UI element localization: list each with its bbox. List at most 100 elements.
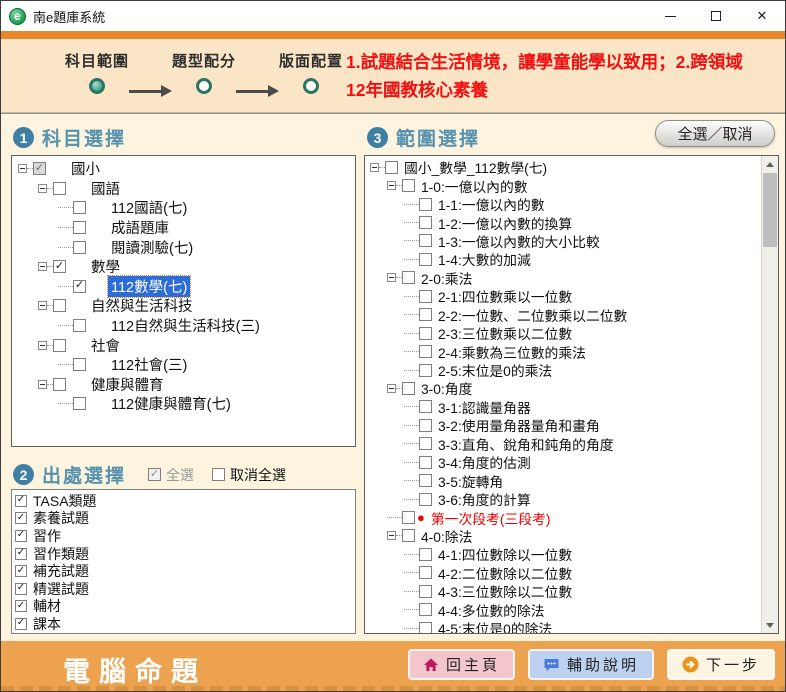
checkbox[interactable] <box>385 161 398 174</box>
checkbox[interactable] <box>419 474 432 487</box>
checkbox[interactable] <box>53 182 66 195</box>
tree-row-label[interactable]: 1-4:大數的加減 <box>435 249 534 269</box>
tree-row-label[interactable]: 國小_數學_112數學(七) <box>401 157 550 177</box>
tree-row[interactable]: 1-4:大數的加減 <box>368 250 760 268</box>
checkbox[interactable] <box>419 345 432 358</box>
scroll-up-icon[interactable] <box>762 156 778 172</box>
tree-row-label[interactable]: 3-3:直角、銳角和鈍角的角度 <box>435 434 617 454</box>
help-button[interactable]: 輔助說明 <box>528 649 654 680</box>
source-list-item[interactable]: TASA類題 <box>15 492 355 510</box>
next-step-button[interactable]: 下一步 <box>667 649 775 680</box>
source-list-item[interactable]: 輔材 <box>15 598 355 616</box>
checkbox[interactable] <box>419 327 432 340</box>
tree-row[interactable]: 4-4:多位數的除法 <box>368 601 760 619</box>
tree-row[interactable]: 3-4:角度的估測 <box>368 453 760 471</box>
tree-row[interactable]: 成語題庫 <box>16 218 355 238</box>
minimize-icon[interactable] <box>647 1 693 31</box>
checkbox[interactable] <box>419 308 432 321</box>
tree-row[interactable]: 3-0:角度 <box>368 379 760 397</box>
tree-row[interactable]: 4-2:二位數除以二位數 <box>368 564 760 582</box>
collapse-expander-icon[interactable] <box>387 531 396 540</box>
tree-row-label[interactable]: 3-6:角度的計算 <box>435 489 534 509</box>
scrollbar-thumb[interactable] <box>763 173 777 247</box>
select-all-checkbox[interactable]: 全選 <box>148 465 194 485</box>
collapse-expander-icon[interactable] <box>38 262 47 271</box>
tree-row[interactable]: 3-5:旋轉角 <box>368 471 760 489</box>
tree-row[interactable]: 112社會(三) <box>16 355 355 375</box>
checkbox[interactable] <box>419 456 432 469</box>
tree-row[interactable]: 自然與生活科技 <box>16 296 355 316</box>
tree-row-label[interactable]: 112數學(七) <box>108 276 190 297</box>
tree-row-label[interactable]: 1-0:一億以內的數 <box>418 176 531 196</box>
tree-row-label[interactable]: 2-4:乘數為三位數的乘法 <box>435 342 589 362</box>
checkbox[interactable] <box>419 437 432 450</box>
tree-row[interactable]: 4-1:四位數除以一位數 <box>368 545 760 563</box>
close-icon[interactable]: ✕ <box>739 1 785 31</box>
tree-row[interactable]: 112自然與生活科技(三) <box>16 316 355 336</box>
tree-row[interactable]: 4-3:三位數除以二位數 <box>368 582 760 600</box>
tree-row-label[interactable]: 成語題庫 <box>108 217 172 238</box>
tree-row[interactable]: 2-4:乘數為三位數的乘法 <box>368 342 760 360</box>
tree-row[interactable]: ●第一次段考(三段考) <box>368 508 760 526</box>
tree-row[interactable]: 國語 <box>16 179 355 199</box>
checkbox[interactable] <box>53 339 66 352</box>
tree-row[interactable]: 2-5:末位是0的乘法 <box>368 361 760 379</box>
tree-row[interactable]: 數學 <box>16 257 355 277</box>
tree-row-label[interactable]: 數學 <box>88 256 123 277</box>
scroll-down-icon[interactable] <box>762 617 778 633</box>
tree-row-label[interactable]: 健康與體育 <box>88 374 167 395</box>
checkbox[interactable] <box>419 290 432 303</box>
checkbox[interactable] <box>402 179 415 192</box>
checkbox[interactable] <box>15 565 27 577</box>
checkbox[interactable] <box>402 511 415 524</box>
checkbox[interactable] <box>402 382 415 395</box>
source-list-item[interactable]: 習作類題 <box>15 545 355 563</box>
checkbox[interactable] <box>419 419 432 432</box>
tree-row[interactable]: 1-2:一億以內數的換算 <box>368 213 760 231</box>
checkbox[interactable] <box>53 378 66 391</box>
checkbox[interactable] <box>73 241 86 254</box>
checkbox[interactable] <box>73 280 86 293</box>
checkbox[interactable] <box>73 221 86 234</box>
tree-row[interactable]: 2-3:三位數乘以二位數 <box>368 324 760 342</box>
tree-row-label[interactable]: 2-1:四位數乘以一位數 <box>435 286 575 306</box>
tree-row[interactable]: 2-1:四位數乘以一位數 <box>368 287 760 305</box>
tree-row-label[interactable]: 4-5:末位是0的除法 <box>435 618 555 634</box>
tree-row[interactable]: 3-2:使用量角器量角和畫角 <box>368 416 760 434</box>
tree-row-label[interactable]: 第一次段考(三段考) <box>428 508 554 528</box>
collapse-expander-icon[interactable] <box>370 163 379 172</box>
checkbox[interactable] <box>33 162 46 175</box>
checkbox[interactable] <box>15 600 27 612</box>
tree-row[interactable]: 國小_數學_112數學(七) <box>368 158 760 176</box>
tree-row-label[interactable]: 國語 <box>88 178 123 199</box>
checkbox[interactable] <box>419 603 432 616</box>
collapse-expander-icon[interactable] <box>387 273 396 282</box>
deselect-all-checkbox-box[interactable] <box>212 468 225 481</box>
tree-row-label[interactable]: 3-5:旋轉角 <box>435 471 506 491</box>
tree-row-label[interactable]: 3-4:角度的估測 <box>435 452 534 472</box>
source-list-item[interactable]: 精選試題 <box>15 580 355 598</box>
maximize-icon[interactable] <box>693 1 739 31</box>
tree-row-label[interactable]: 112國語(七) <box>108 197 190 218</box>
tree-row[interactable]: 112健康與體育(七) <box>16 394 355 414</box>
collapse-expander-icon[interactable] <box>387 181 396 190</box>
checkbox[interactable] <box>15 583 27 595</box>
select-all-checkbox-box[interactable] <box>148 468 161 481</box>
deselect-all-checkbox[interactable]: 取消全選 <box>212 465 286 485</box>
tree-row-label[interactable]: 112自然與生活科技(三) <box>108 315 263 336</box>
checkbox[interactable] <box>419 216 432 229</box>
collapse-expander-icon[interactable] <box>38 341 47 350</box>
tree-row[interactable]: 4-0:除法 <box>368 527 760 545</box>
checkbox[interactable] <box>15 548 27 560</box>
checkbox[interactable] <box>15 512 27 524</box>
tree-row[interactable]: 3-1:認識量角器 <box>368 398 760 416</box>
checkbox[interactable] <box>73 358 86 371</box>
scrollbar[interactable] <box>761 156 778 633</box>
checkbox[interactable] <box>419 400 432 413</box>
source-list-item[interactable]: 補充試題 <box>15 562 355 580</box>
collapse-expander-icon[interactable] <box>38 184 47 193</box>
checkbox[interactable] <box>53 299 66 312</box>
tree-row-label[interactable]: 4-2:二位數除以二位數 <box>435 563 575 583</box>
checkbox[interactable] <box>419 493 432 506</box>
tree-row[interactable]: 1-1:一億以內的數 <box>368 195 760 213</box>
